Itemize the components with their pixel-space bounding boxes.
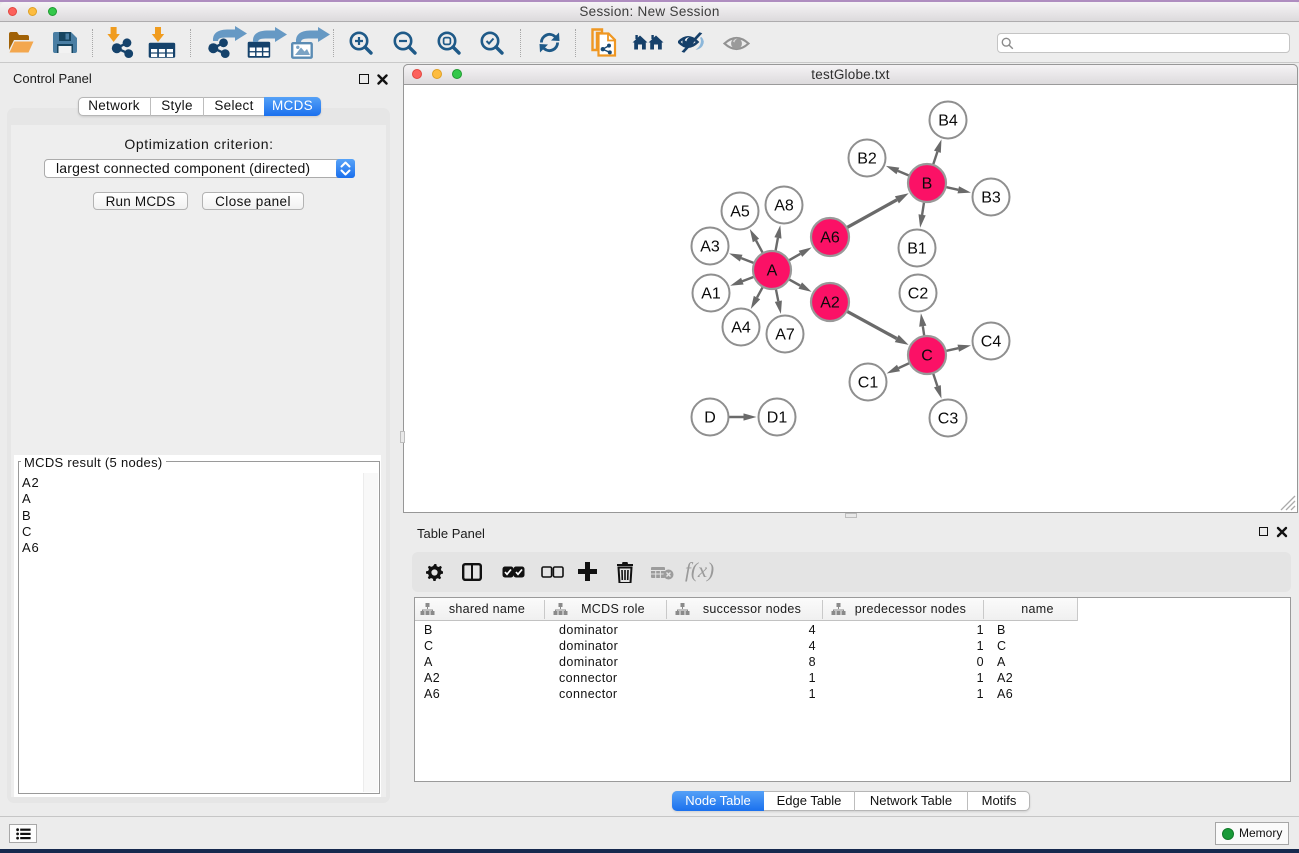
svg-text:A5: A5 xyxy=(730,204,750,221)
svg-text:C: C xyxy=(921,348,933,365)
svg-text:C1: C1 xyxy=(858,375,879,392)
svg-text:B4: B4 xyxy=(938,113,958,130)
svg-text:D1: D1 xyxy=(767,410,788,427)
svg-text:A8: A8 xyxy=(774,198,794,215)
svg-text:A: A xyxy=(767,263,778,280)
svg-text:A2: A2 xyxy=(820,295,840,312)
svg-text:C2: C2 xyxy=(908,286,929,303)
svg-text:B1: B1 xyxy=(907,241,927,258)
svg-text:A3: A3 xyxy=(700,239,720,256)
svg-text:D: D xyxy=(704,410,716,427)
svg-text:C4: C4 xyxy=(981,334,1002,351)
svg-text:A6: A6 xyxy=(820,230,840,247)
svg-text:A4: A4 xyxy=(731,320,751,337)
svg-text:C3: C3 xyxy=(938,411,959,428)
svg-text:B2: B2 xyxy=(857,151,877,168)
svg-text:A7: A7 xyxy=(775,327,795,344)
svg-text:B: B xyxy=(922,176,933,193)
svg-text:B3: B3 xyxy=(981,190,1001,207)
svg-text:A1: A1 xyxy=(701,286,721,303)
